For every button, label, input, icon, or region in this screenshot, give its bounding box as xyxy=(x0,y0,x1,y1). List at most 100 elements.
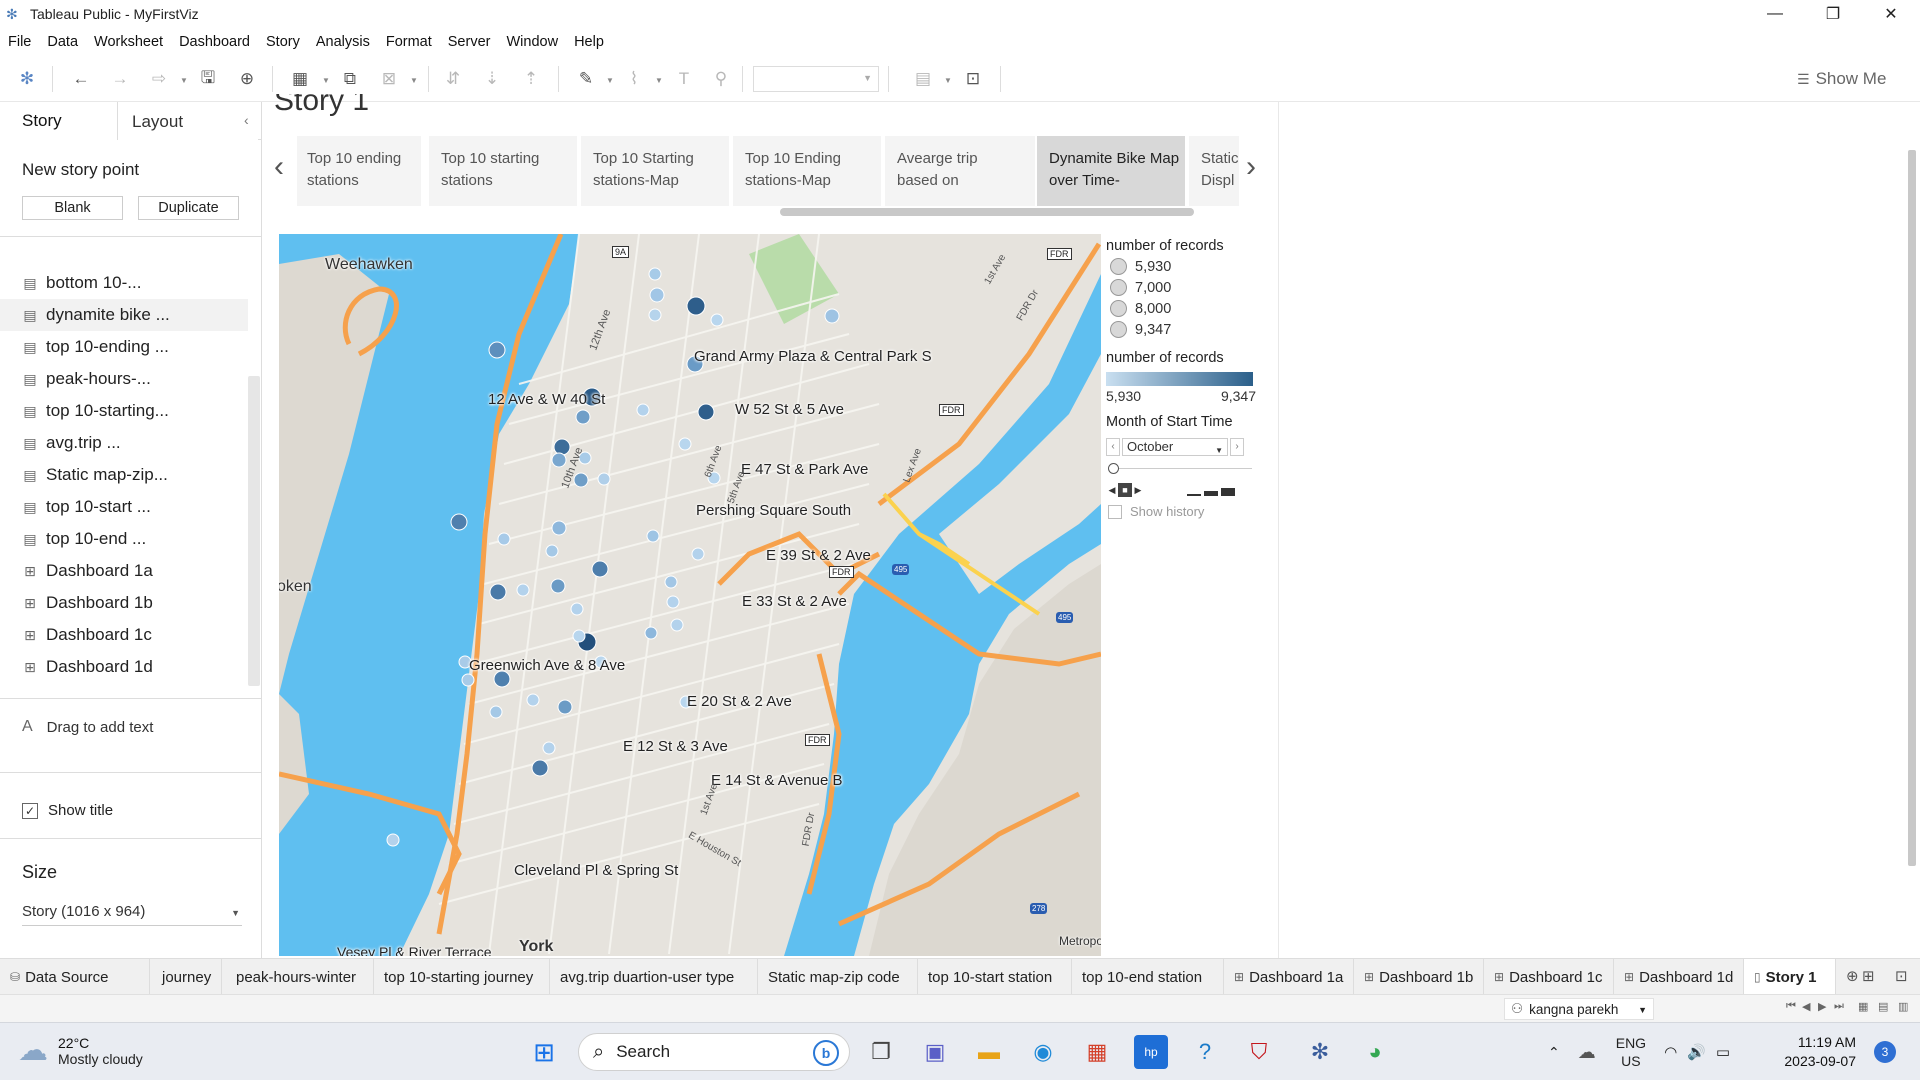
sheet-list-item[interactable]: ▤ top 10-ending ... xyxy=(0,331,248,363)
station-marker[interactable] xyxy=(646,529,660,543)
edge-browser-icon[interactable]: ◉ xyxy=(1026,1035,1060,1069)
collapse-pane-icon[interactable]: ‹ xyxy=(244,112,249,128)
slider-handle[interactable] xyxy=(1108,463,1119,474)
show-tabs-icon[interactable]: ▥ xyxy=(1898,1000,1908,1013)
dashboard-list-item[interactable]: ⊞ Dashboard 1a xyxy=(0,555,248,587)
tab-layout[interactable]: Layout xyxy=(118,102,258,140)
speed-medium-icon[interactable] xyxy=(1204,484,1218,496)
sheet-list-item[interactable]: ▤ peak-hours-... xyxy=(0,363,248,395)
size-legend-item[interactable]: 5,930 xyxy=(1106,256,1256,277)
file-explorer-icon[interactable]: ▬ xyxy=(972,1035,1006,1069)
show-history-checkbox[interactable]: Show history xyxy=(1106,504,1256,519)
cards-dropdown-icon[interactable]: ▼ xyxy=(944,76,952,85)
dashboard-list-item[interactable]: ⊞ Dashboard 1d xyxy=(0,651,248,683)
station-marker[interactable] xyxy=(526,693,540,707)
duplicate-sheet-icon[interactable]: ⧉ xyxy=(337,66,363,92)
sheet-list-item[interactable]: ▤ top 10-start ... xyxy=(0,491,248,523)
dashboard-tab[interactable]: ⊞ Dashboard 1c xyxy=(1484,959,1614,995)
play-forward-icon[interactable]: ▶ xyxy=(1132,483,1144,497)
next-sheet-icon[interactable]: ▶ xyxy=(1818,1000,1826,1013)
get-help-icon[interactable]: ? xyxy=(1188,1035,1222,1069)
sheet-list-scrollbar[interactable] xyxy=(248,376,260,686)
story-point-tab[interactable]: Avearge trip based on xyxy=(885,136,1035,206)
menu-analysis[interactable]: Analysis xyxy=(308,34,378,50)
station-marker[interactable] xyxy=(670,618,684,632)
clear-dropdown-icon[interactable]: ▼ xyxy=(410,76,418,85)
station-map[interactable]: Weehawken oken York Metropo Grand Army P… xyxy=(279,234,1101,956)
previous-story-point-icon[interactable]: ‹ xyxy=(274,150,284,184)
myhp-icon[interactable]: hp xyxy=(1134,1035,1168,1069)
station-marker[interactable] xyxy=(678,437,692,451)
save-icon[interactable]: 🖫 xyxy=(195,66,221,92)
minimize-button[interactable]: — xyxy=(1746,0,1804,28)
sort-ascending-icon[interactable]: ⇣ xyxy=(479,66,505,92)
menu-data[interactable]: Data xyxy=(39,34,86,50)
previous-page-icon[interactable]: ‹ xyxy=(1106,438,1120,456)
sheet-tab[interactable]: Static map-zip code xyxy=(758,959,918,995)
menu-help[interactable]: Help xyxy=(566,34,612,50)
speed-slow-icon[interactable] xyxy=(1187,484,1201,496)
story-tab-active[interactable]: ▯ Story 1 xyxy=(1744,959,1836,995)
replay-icon[interactable]: ⇨ xyxy=(146,66,172,92)
dashboard-list-item[interactable]: ⊞ Dashboard 1c xyxy=(0,619,248,651)
menu-file[interactable]: File xyxy=(0,34,39,50)
labels-icon[interactable]: T xyxy=(671,66,697,92)
highlight-icon[interactable]: ✎ xyxy=(573,66,599,92)
stop-icon[interactable]: ■ xyxy=(1118,483,1132,497)
onedrive-icon[interactable]: ☁ xyxy=(1578,1042,1596,1063)
story-size-select[interactable]: Story (1016 x 964) ▼ xyxy=(22,900,242,926)
month-select[interactable]: October ▼ xyxy=(1122,438,1228,456)
station-marker[interactable] xyxy=(461,673,475,687)
pages-slider[interactable] xyxy=(1106,462,1256,476)
station-marker[interactable] xyxy=(551,520,567,536)
station-marker[interactable] xyxy=(710,313,724,327)
station-marker[interactable] xyxy=(575,409,591,425)
station-marker[interactable] xyxy=(489,583,507,601)
station-marker[interactable] xyxy=(542,741,556,755)
station-marker[interactable] xyxy=(497,532,511,546)
menu-story[interactable]: Story xyxy=(258,34,308,50)
dashboard-tab[interactable]: ⊞ Dashboard 1d xyxy=(1614,959,1744,995)
task-view-icon[interactable]: ❐ xyxy=(864,1035,898,1069)
menu-worksheet[interactable]: Worksheet xyxy=(86,34,171,50)
mcafee-icon[interactable]: ⛉ xyxy=(1242,1035,1276,1069)
blank-button[interactable]: Blank xyxy=(22,196,123,220)
story-point-tab[interactable]: Top 10 Ending stations-Map xyxy=(733,136,881,206)
sheet-tab[interactable]: top 10-starting journey xyxy=(374,959,550,995)
show-me-button[interactable]: ☰ Show Me xyxy=(1797,66,1886,92)
sheet-tab[interactable]: peak-hours-winter xyxy=(226,959,374,995)
tab-story[interactable]: Story xyxy=(0,102,118,140)
dashboard-tab[interactable]: ⊞ Dashboard 1b xyxy=(1354,959,1484,995)
station-marker[interactable] xyxy=(648,267,662,281)
clear-sheet-icon[interactable]: ⊠ xyxy=(376,66,402,92)
highlight-dropdown-icon[interactable]: ▼ xyxy=(606,76,614,85)
close-button[interactable]: ✕ xyxy=(1862,0,1920,28)
clock[interactable]: 11:19 AM 2023-09-07 xyxy=(1782,1033,1856,1071)
sheet-list-item[interactable]: ▤ top 10-end ... xyxy=(0,523,248,555)
sheet-tab[interactable]: top 10-start station xyxy=(918,959,1072,995)
new-worksheet-tab-icon[interactable]: ⊕ xyxy=(1846,967,1859,985)
notification-badge[interactable]: 3 xyxy=(1874,1041,1896,1063)
weather-widget[interactable]: ☁ 22°C Mostly cloudy xyxy=(18,1033,143,1068)
first-sheet-icon[interactable]: ⏮ xyxy=(1786,1000,1796,1013)
next-story-point-icon[interactable]: › xyxy=(1246,150,1256,184)
station-marker[interactable] xyxy=(516,583,530,597)
station-marker[interactable] xyxy=(570,602,584,616)
tableau-logo-icon[interactable]: ✻ xyxy=(14,66,40,92)
sheet-list-item[interactable]: ▤ top 10-starting... xyxy=(0,395,248,427)
station-marker[interactable] xyxy=(597,472,611,486)
station-marker[interactable] xyxy=(591,560,609,578)
station-marker[interactable] xyxy=(386,833,400,847)
show-title-checkbox[interactable]: ✓ Show title xyxy=(22,802,113,819)
show-cards-icon[interactable]: ▤ xyxy=(910,66,936,92)
chrome-icon[interactable]: ◕ xyxy=(1358,1035,1392,1069)
wifi-icon[interactable]: ◠ xyxy=(1664,1043,1677,1061)
station-marker[interactable] xyxy=(553,438,571,456)
menu-format[interactable]: Format xyxy=(378,34,440,50)
swap-icon[interactable]: ⇵ xyxy=(440,66,466,92)
new-worksheet-icon[interactable]: ▦ xyxy=(287,66,313,92)
story-point-tab[interactable]: Static Displ xyxy=(1189,136,1239,206)
previous-sheet-icon[interactable]: ◀ xyxy=(1802,1000,1810,1013)
menu-server[interactable]: Server xyxy=(440,34,499,50)
menu-window[interactable]: Window xyxy=(498,34,566,50)
